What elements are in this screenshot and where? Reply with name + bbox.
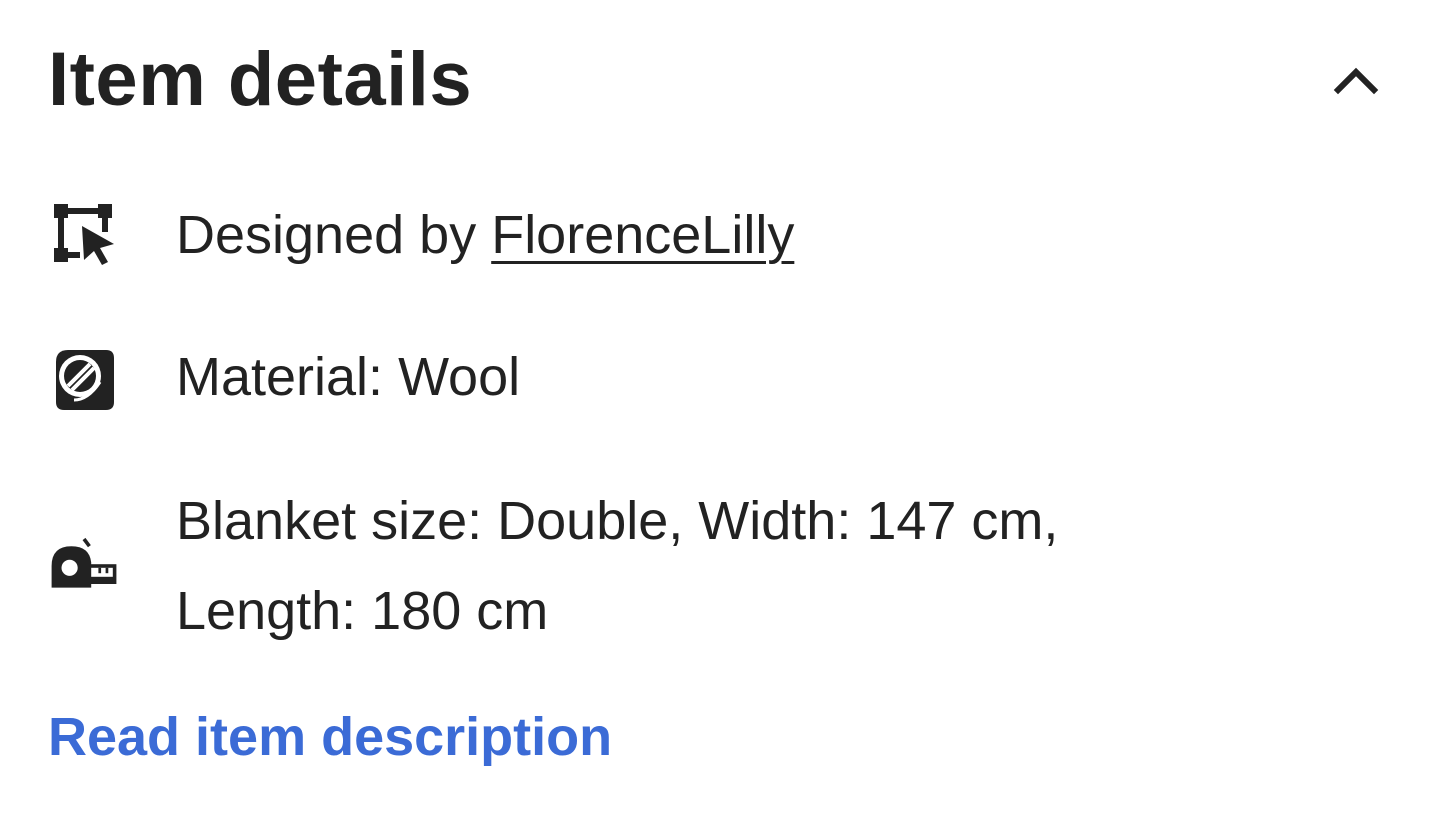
- designer-row: Designed by FlorenceLilly: [48, 190, 1348, 280]
- material-yarn-icon: [48, 342, 120, 414]
- designer-prefix: Designed by: [176, 205, 492, 265]
- section-header: Item details: [48, 30, 1388, 130]
- designer-text: Designed by FlorenceLilly: [176, 190, 794, 280]
- section-title: Item details: [48, 37, 473, 122]
- size-line-1: Blanket size: Double, Width: 147 cm,: [176, 491, 1059, 551]
- designer-link[interactable]: FlorenceLilly: [491, 205, 794, 265]
- material-row: Material: Wool: [48, 332, 1348, 422]
- size-text: Blanket size: Double, Width: 147 cm, Len…: [176, 476, 1296, 656]
- item-details-section: Item details Designed by FlorenceLilly M…: [0, 0, 1440, 819]
- designer-cursor-icon: [48, 198, 120, 270]
- tape-measure-icon: [48, 530, 120, 602]
- collapse-button[interactable]: [1324, 48, 1388, 112]
- material-text: Material: Wool: [176, 347, 521, 407]
- read-description-link[interactable]: Read item description: [48, 694, 612, 780]
- size-line-2: Length: 180 cm: [176, 581, 549, 641]
- chevron-up-icon: [1333, 67, 1379, 95]
- size-row: Blanket size: Double, Width: 147 cm, Len…: [48, 476, 1348, 656]
